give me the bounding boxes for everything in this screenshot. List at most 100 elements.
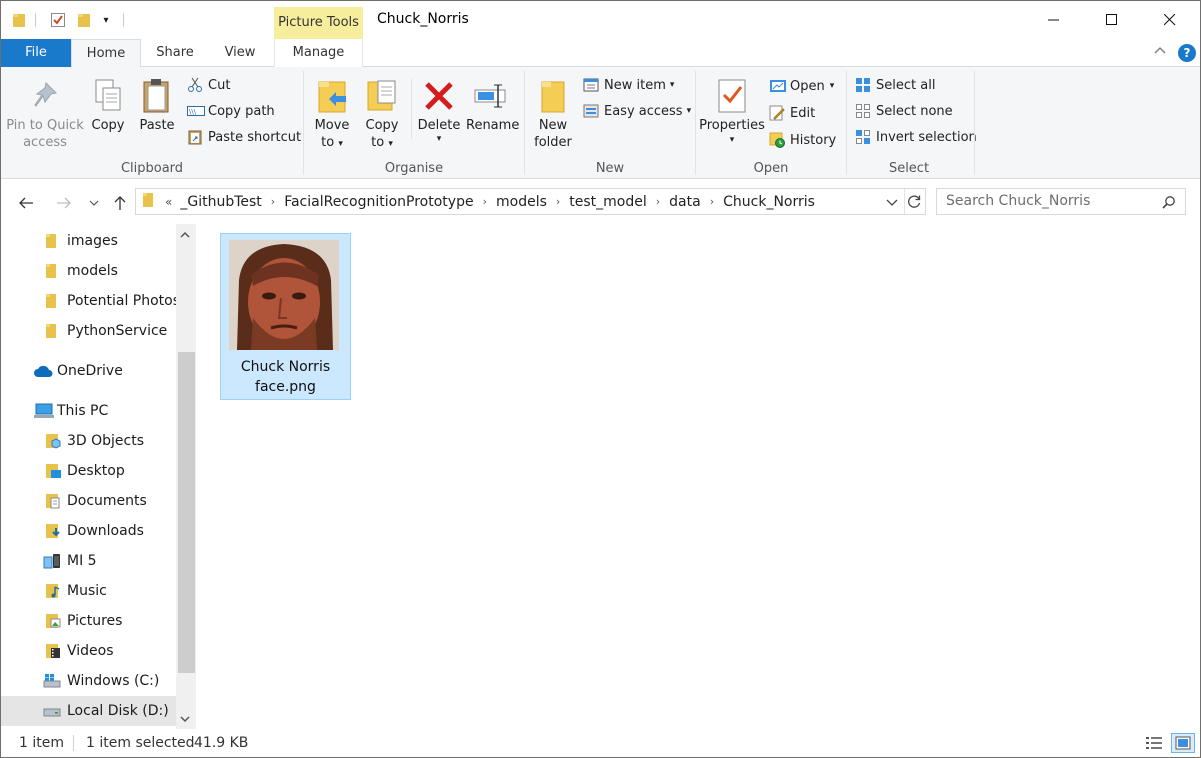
- phone-icon: [43, 553, 63, 569]
- copy-to-button[interactable]: Copy to ▾: [360, 75, 404, 153]
- close-button[interactable]: [1141, 1, 1199, 39]
- breadcrumb-overflow[interactable]: «: [165, 195, 172, 209]
- nav-item-potential-photos[interactable]: Potential Photos: [1, 286, 180, 316]
- scroll-down-icon[interactable]: [179, 713, 191, 728]
- history-label: History: [790, 132, 837, 148]
- copy-to-label-line2: to ▾: [371, 135, 393, 150]
- nav-item-documents[interactable]: Documents: [1, 486, 176, 516]
- address-bar[interactable]: « _GithubTest › FacialRecognitionPrototy…: [135, 188, 926, 215]
- group-label-organise: Organise: [384, 161, 444, 176]
- nav-item-pythonservice[interactable]: PythonService: [1, 316, 176, 346]
- breadcrumb-separator-icon[interactable]: ›: [656, 195, 660, 208]
- pictures-folder-icon: [45, 613, 61, 629]
- nav-item-music[interactable]: Music: [1, 576, 176, 606]
- cut-button[interactable]: Cut: [187, 74, 230, 96]
- nav-item-downloads[interactable]: Downloads: [1, 516, 176, 546]
- new-folder-button[interactable]: New folder: [531, 75, 575, 151]
- tab-view[interactable]: View: [211, 39, 269, 67]
- nav-item-desktop[interactable]: Desktop: [1, 456, 176, 486]
- nav-item-this-pc[interactable]: This PC: [1, 396, 176, 426]
- properties-label: Properties: [699, 118, 765, 133]
- customize-qat-icon[interactable]: ▾: [99, 11, 113, 29]
- nav-item-mi5[interactable]: MI 5: [1, 546, 176, 576]
- history-button[interactable]: History: [769, 129, 836, 151]
- copy-path-button[interactable]: \\\ Copy path: [187, 100, 275, 122]
- easy-access-dropdown-icon: ▾: [686, 106, 692, 116]
- back-button[interactable]: [15, 192, 37, 214]
- up-button[interactable]: [109, 192, 131, 214]
- copy-button[interactable]: Copy: [87, 75, 129, 134]
- nav-item-images[interactable]: images: [1, 226, 176, 256]
- help-icon[interactable]: ?: [1178, 44, 1196, 62]
- breadcrumb-facialrecognitionprototype[interactable]: FacialRecognitionPrototype: [284, 194, 473, 210]
- nav-item-windows-c[interactable]: Windows (C:): [1, 666, 176, 696]
- nav-item-3d-objects[interactable]: 3D Objects: [1, 426, 176, 456]
- easy-access-button[interactable]: Easy access ▾: [583, 100, 691, 122]
- nav-item-models[interactable]: models: [1, 256, 176, 286]
- easy-access-label: Easy access: [604, 103, 683, 119]
- search-icon[interactable]: [1162, 195, 1176, 213]
- breadcrumb-test-model[interactable]: test_model: [569, 194, 646, 210]
- new-folder-label-line2: folder: [534, 135, 572, 150]
- breadcrumb-separator-icon[interactable]: ›: [710, 195, 714, 208]
- documents-folder-icon: [45, 493, 61, 509]
- forward-button[interactable]: [53, 192, 75, 214]
- maximize-button[interactable]: [1083, 1, 1141, 39]
- copy-path-icon: \\\: [187, 103, 205, 119]
- delete-x-icon: [417, 75, 461, 117]
- breadcrumb-separator-icon[interactable]: ›: [483, 195, 487, 208]
- refresh-icon[interactable]: [907, 194, 922, 213]
- move-to-button[interactable]: Move to ▾: [310, 75, 354, 153]
- copy-to-label-line1: Copy: [365, 118, 399, 133]
- folder-icon: [45, 233, 61, 249]
- nav-scrollbar-thumb[interactable]: [178, 352, 195, 673]
- pin-label-line1: Pin to Quick: [6, 118, 84, 133]
- properties-quick-icon[interactable]: [49, 11, 67, 29]
- select-none-button[interactable]: Select none: [855, 100, 953, 122]
- picture-tools-context-label: Picture Tools: [274, 7, 363, 39]
- tab-manage[interactable]: Manage: [274, 39, 363, 67]
- file-item-chuck-norris-face[interactable]: Chuck Norris face.png: [220, 233, 351, 400]
- paste-shortcut-button[interactable]: Paste shortcut: [187, 126, 301, 148]
- select-all-button[interactable]: Select all: [855, 74, 935, 96]
- open-button[interactable]: Open ▾: [769, 75, 834, 97]
- tab-share[interactable]: Share: [146, 39, 204, 67]
- edit-button[interactable]: Edit: [769, 102, 815, 124]
- copy-icon: [87, 75, 129, 117]
- nav-item-videos[interactable]: Videos: [1, 636, 176, 666]
- nav-label: models: [67, 263, 118, 279]
- large-icons-view-icon[interactable]: [1171, 733, 1195, 753]
- ribbon-tab-row: File Home Share View Manage ?: [1, 39, 1200, 68]
- minimize-button[interactable]: [1025, 1, 1083, 39]
- scroll-up-icon[interactable]: [179, 229, 191, 244]
- breadcrumb-data[interactable]: data: [669, 194, 701, 210]
- address-dropdown-icon[interactable]: [886, 195, 898, 211]
- properties-button[interactable]: Properties ▾: [699, 75, 765, 146]
- search-input[interactable]: Search Chuck_Norris: [936, 188, 1186, 215]
- paste-button[interactable]: Paste: [136, 75, 178, 134]
- invert-selection-button[interactable]: Invert selection: [855, 126, 977, 148]
- cut-label: Cut: [208, 77, 231, 93]
- recent-locations-dropdown[interactable]: [84, 192, 104, 214]
- tab-file[interactable]: File: [1, 39, 71, 67]
- group-label-open: Open: [753, 161, 789, 176]
- collapse-ribbon-icon[interactable]: [1153, 44, 1167, 61]
- delete-button[interactable]: Delete ▾: [417, 75, 461, 144]
- breadcrumb-separator-icon[interactable]: ›: [556, 195, 560, 208]
- pin-to-quick-access-button[interactable]: Pin to Quick access: [5, 75, 85, 151]
- new-folder-quick-icon[interactable]: [76, 11, 92, 29]
- nav-label: images: [67, 233, 118, 249]
- select-all-label: Select all: [876, 77, 936, 93]
- new-item-button[interactable]: New item ▾: [583, 74, 674, 96]
- breadcrumb-models[interactable]: models: [496, 194, 547, 210]
- nav-item-local-disk-d[interactable]: Local Disk (D:): [1, 696, 176, 726]
- group-label-new: New: [595, 161, 625, 176]
- details-view-icon[interactable]: [1144, 734, 1164, 752]
- nav-item-onedrive[interactable]: OneDrive: [1, 356, 176, 386]
- breadcrumb-separator-icon[interactable]: ›: [271, 195, 275, 208]
- breadcrumb-chuck-norris[interactable]: Chuck_Norris: [723, 194, 815, 210]
- tab-home[interactable]: Home: [71, 39, 141, 68]
- rename-button[interactable]: Rename: [466, 75, 519, 134]
- nav-item-pictures[interactable]: Pictures: [1, 606, 176, 636]
- breadcrumb-githubtest[interactable]: _GithubTest: [180, 194, 261, 210]
